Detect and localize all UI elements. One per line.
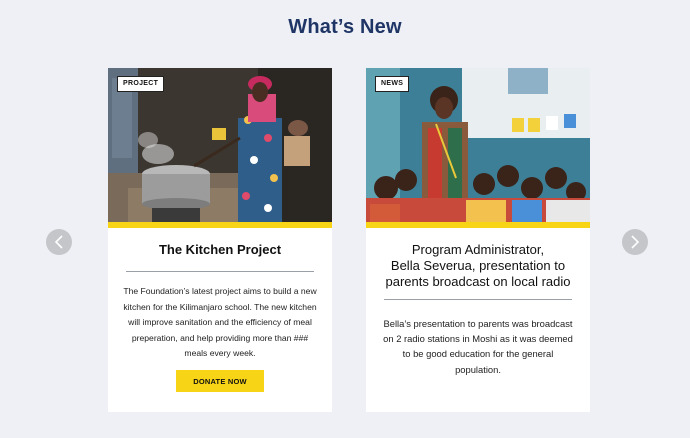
card-accent-bar (108, 222, 332, 228)
section-title: What’s New (288, 16, 402, 38)
card-divider (384, 299, 572, 300)
chevron-left-icon (54, 235, 63, 249)
card-title: Program Administrator, Bella Severua, pr… (376, 242, 580, 290)
carousel-next-button[interactable] (622, 229, 648, 255)
carousel-prev-button[interactable] (46, 229, 72, 255)
card-title: The Kitchen Project (158, 242, 282, 257)
donate-now-button[interactable]: DONATE NOW (176, 370, 264, 392)
chevron-right-icon (631, 235, 640, 249)
card-accent-bar (366, 222, 590, 228)
news-card-radio-broadcast: NEWS Program Administrator, Bella Severu… (366, 68, 590, 412)
news-card-kitchen-project: PROJECT The Kitchen Project The Foundati… (108, 68, 332, 412)
card-divider (126, 271, 314, 272)
card-title-line: Bella Severua, presentation to (390, 258, 566, 273)
card-title-line: parents broadcast on local radio (385, 274, 571, 289)
card-category-tag: NEWS (375, 76, 410, 92)
card-description: The Foundation’s latest project aims to … (123, 286, 317, 358)
card-description: Bella’s presentation to parents was broa… (383, 318, 573, 375)
card-title-line: Program Administrator, (411, 242, 545, 257)
card-category-tag: PROJECT (117, 76, 165, 92)
